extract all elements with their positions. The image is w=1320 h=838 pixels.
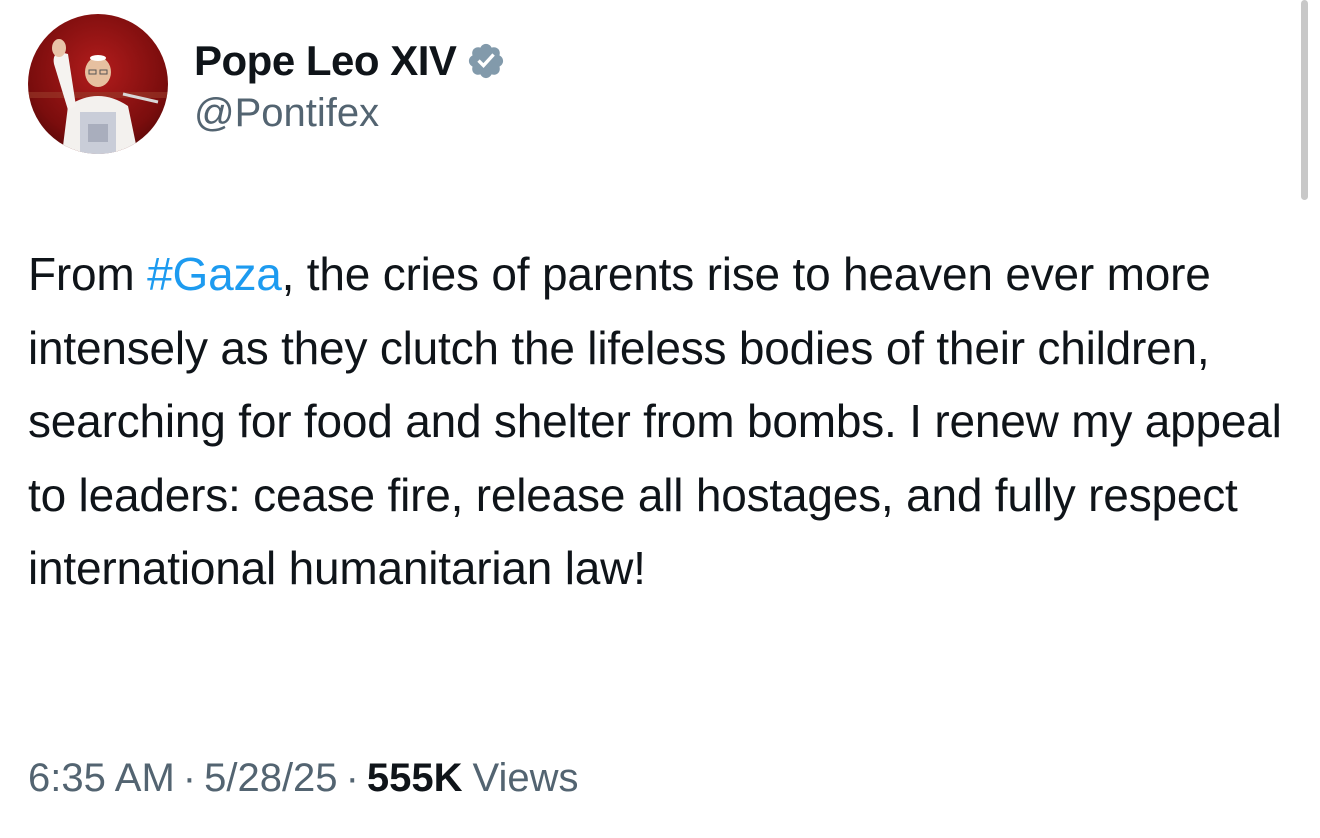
avatar[interactable] — [28, 14, 168, 154]
views-label: Views — [472, 755, 579, 800]
tweet-detail: Pope Leo XIV @Pontifex From #Gaza, the c… — [0, 0, 1300, 838]
tweet-meta: 6:35 AM · 5/28/25 · 555K Views — [28, 750, 579, 806]
display-name[interactable]: Pope Leo XIV — [194, 37, 457, 85]
scrollbar[interactable] — [1301, 0, 1308, 200]
author-names: Pope Leo XIV @Pontifex — [194, 33, 506, 136]
author-handle[interactable]: @Pontifex — [194, 91, 506, 136]
display-name-row: Pope Leo XIV — [194, 33, 506, 89]
views-count[interactable]: 555K — [367, 756, 463, 801]
tweet-header: Pope Leo XIV @Pontifex — [28, 14, 506, 154]
avatar-photo — [28, 14, 168, 154]
tweet-text-prefix: From — [28, 248, 148, 300]
meta-separator: · — [345, 755, 359, 800]
tweet-time[interactable]: 6:35 AM — [28, 756, 175, 801]
verified-badge-icon — [466, 41, 506, 81]
hashtag-link[interactable]: #Gaza — [147, 248, 282, 300]
tweet-date[interactable]: 5/28/25 — [204, 756, 337, 801]
tweet-text: From #Gaza, the cries of parents rise to… — [28, 238, 1288, 606]
meta-separator: · — [182, 755, 197, 800]
